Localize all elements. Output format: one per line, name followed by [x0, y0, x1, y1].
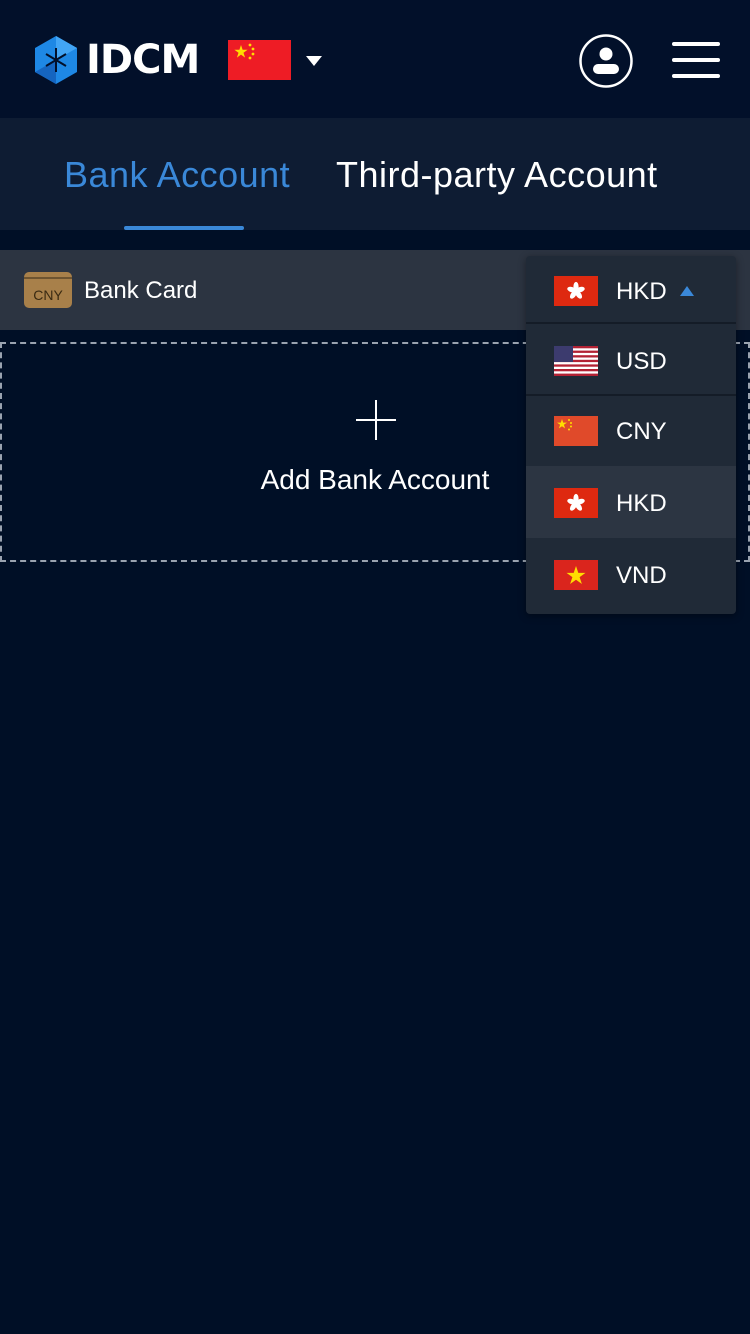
account-tabs: Bank Account Third-party Account	[0, 118, 750, 230]
hk-flag-icon	[554, 276, 598, 306]
logo-text: IDCM	[86, 37, 200, 83]
tab-bank-account[interactable]: Bank Account	[64, 154, 290, 196]
top-header: IDCM	[0, 0, 750, 118]
bank-card-icon: CNY	[24, 272, 72, 308]
us-flag-icon	[554, 346, 598, 376]
currency-option-label: USD	[616, 348, 667, 375]
logo[interactable]: IDCM	[32, 34, 200, 86]
menu-icon[interactable]	[672, 42, 720, 78]
tab-third-party-account[interactable]: Third-party Account	[336, 154, 658, 196]
active-tab-indicator	[124, 226, 244, 230]
caret-down-icon[interactable]	[305, 55, 323, 67]
bank-card-label: Bank Card	[84, 277, 198, 304]
bank-card-icon-text: CNY	[33, 287, 63, 303]
vietnam-flag-icon	[554, 560, 598, 590]
currency-option-label: CNY	[616, 418, 667, 445]
china-flag-icon	[554, 416, 598, 446]
hk-flag-icon	[554, 488, 598, 518]
china-flag-icon[interactable]	[228, 40, 291, 80]
currency-selected-label: HKD	[616, 278, 667, 305]
plus-icon	[356, 400, 396, 440]
currency-option-label: VND	[616, 562, 667, 589]
logo-icon	[35, 36, 77, 84]
currency-option-usd[interactable]: USD	[526, 326, 736, 396]
currency-option-label: HKD	[616, 490, 667, 517]
user-icon[interactable]	[579, 34, 633, 88]
currency-option-hkd[interactable]: HKD	[526, 466, 736, 538]
caret-up-icon	[680, 286, 694, 296]
currency-select[interactable]: HKD	[526, 256, 736, 324]
currency-option-vnd[interactable]: VND	[526, 538, 736, 608]
currency-dropdown[interactable]: HKD USD CNY HKD VND	[526, 256, 736, 614]
currency-option-cny[interactable]: CNY	[526, 396, 736, 466]
